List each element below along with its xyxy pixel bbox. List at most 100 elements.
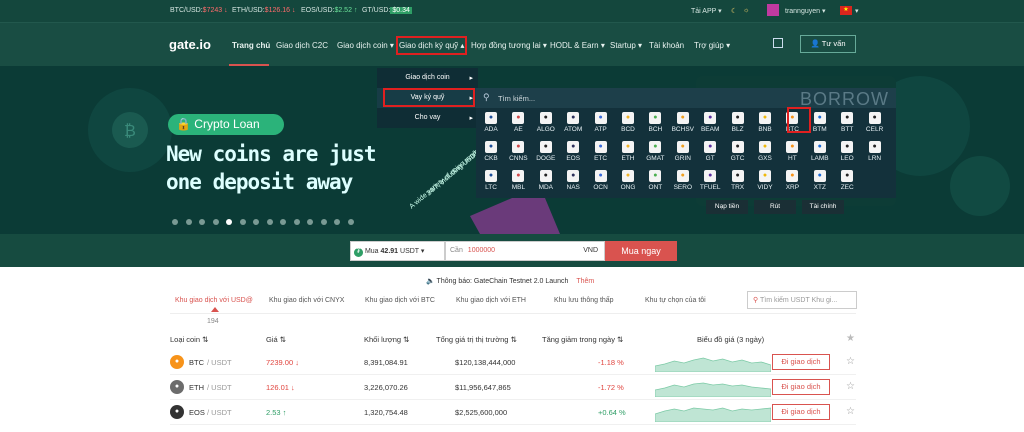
coin-lrn[interactable]: ● LRN [862,141,888,162]
coin-bcd[interactable]: ● BCD [615,112,641,133]
spend-amount-field[interactable]: Cần 1000000 VND [445,241,605,261]
coin-xrp[interactable]: ● XRP [779,170,805,191]
coin-gtc[interactable]: ● GTC [725,141,751,162]
carousel-dot[interactable] [253,219,259,225]
coin-algo[interactable]: ● ALGO [533,112,559,133]
carousel-dot[interactable] [239,219,246,225]
carousel-dot[interactable] [347,219,354,225]
withdraw-button[interactable]: Rút [754,200,796,214]
coin-beam[interactable]: ● BEAM [697,112,723,133]
tab-eth[interactable]: Khu giao dịch với ETH [456,297,526,304]
row-coin-symbol[interactable]: EOS [189,408,205,417]
coin-ocn[interactable]: ● OCN [588,170,614,191]
carousel-dot[interactable] [307,219,313,225]
coin-eth[interactable]: ● ETH [615,141,641,162]
coin-ht[interactable]: ● HT [779,141,805,162]
coin-mda[interactable]: ● MDA [533,170,559,191]
coin-vidy[interactable]: ● VIDY [752,170,778,191]
nav-home[interactable]: Trang chủ [232,41,270,50]
gateio-logo[interactable]: gate.io [169,37,211,52]
star-icon[interactable]: ☆ [846,356,855,367]
header-price[interactable]: Giá ⇅ [266,335,286,344]
eos-ticker[interactable]: EOS/USD:$2.52 ↑ [301,7,357,14]
carousel-dot[interactable] [320,219,327,225]
carousel-dot[interactable] [185,219,192,225]
nav-spot-trading[interactable]: Giao dịch coin ▾ [337,41,394,50]
header-coin[interactable]: Loại coin ⇅ [170,335,208,344]
tab-low-liquidity[interactable]: Khu lưu thông thấp [554,297,614,304]
consult-button[interactable]: 👤 Tư vấn [800,35,856,53]
carousel-dot[interactable] [199,219,205,225]
nav-startup[interactable]: Startup ▾ [610,41,642,50]
gt-ticker[interactable]: GT/USD: $0.34 [362,7,412,14]
header-market-cap[interactable]: Tổng giá trị thị trường ⇅ [436,335,517,344]
coin-btt[interactable]: ● BTT [834,112,860,133]
coin-blz[interactable]: ● BLZ [725,112,751,133]
tab-cnyx[interactable]: Khu giao dịch với CNYX [269,297,344,304]
coin-lamb[interactable]: ● LAMB [807,141,833,162]
carousel-dot[interactable] [293,219,300,225]
buy-amount-field[interactable]: ₮ Mua 42.91 USDT ▾ [350,241,445,261]
row-coin-symbol[interactable]: BTC [189,358,204,367]
coin-gxs[interactable]: ● GXS [752,141,778,162]
carousel-dot[interactable] [334,219,340,225]
tab-btc[interactable]: Khu giao dịch với BTC [365,297,435,304]
coin-zec[interactable]: ● ZEC [834,170,860,191]
buy-now-button[interactable]: Mua ngay [605,241,677,261]
sun-icon[interactable]: ☼ [743,7,749,14]
coin-grin[interactable]: ● GRIN [670,141,696,162]
coin-bchsv[interactable]: ● BCHSV [670,112,696,133]
coin-atom[interactable]: ● ATOM [560,112,586,133]
nav-c2c[interactable]: Giao dịch C2C [276,41,328,50]
carousel-dot[interactable] [280,219,286,225]
trade-button[interactable]: Đi giao dịch [772,354,830,370]
tab-usdt[interactable]: Khu giao dịch với USD@ [175,297,253,304]
calendar-icon[interactable] [773,38,783,48]
tab-my-favorites[interactable]: Khu tự chọn của tôi [645,297,706,304]
coin-eos[interactable]: ● EOS [560,141,586,162]
finance-button[interactable]: Tài chính [802,200,844,214]
coin-leo[interactable]: ● LEO [834,141,860,162]
row-coin-symbol[interactable]: ETH [189,383,204,392]
nav-hodl-earn[interactable]: HODL & Earn ▾ [550,41,605,50]
coin-trx[interactable]: ● TRX [725,170,751,191]
avatar[interactable] [767,4,779,16]
trade-button[interactable]: Đi giao dịch [772,404,830,420]
header-daily-change[interactable]: Tăng giảm trong ngày ⇅ [542,335,623,344]
notice-link[interactable]: GateChain Testnet 2.0 Launch [474,278,568,285]
coin-celr[interactable]: ● CELR [862,112,888,133]
coin-gmat[interactable]: ● GMAT [642,141,668,162]
coin-search-input[interactable]: Tìm kiếm... [498,94,535,103]
download-app-link[interactable]: Tải APP ▾ [691,7,722,15]
chevron-down-icon[interactable]: ▾ [855,7,859,15]
coin-ckb[interactable]: ● CKB [478,141,504,162]
notice-more-link[interactable]: Thêm [576,278,594,285]
coin-etc[interactable]: ● ETC [588,141,614,162]
vietnam-flag-icon[interactable]: ★ [840,6,852,15]
coin-ltc[interactable]: ● LTC [478,170,504,191]
nav-futures[interactable]: Hợp đồng tương lai ▾ [471,41,547,50]
carousel-dot[interactable] [212,219,219,225]
carousel-dot[interactable] [226,219,232,225]
coin-tfuel[interactable]: ● TFUEL [697,170,723,191]
coin-ada[interactable]: ● ADA [478,112,504,133]
coin-bch[interactable]: ● BCH [642,112,668,133]
star-icon[interactable]: ★ [846,333,855,344]
coin-ont[interactable]: ● ONT [642,170,668,191]
star-icon[interactable]: ☆ [846,381,855,392]
market-search-input[interactable]: ⚲ Tìm kiếm USDT Khu gi... [747,291,857,309]
nav-account[interactable]: Tài khoản [649,41,684,50]
coin-sero[interactable]: ● SERO [670,170,696,191]
coin-atp[interactable]: ● ATP [588,112,614,133]
menu-item-lend[interactable]: Cho vay ▸ [377,108,478,128]
btc-ticker[interactable]: BTC/USD:$7243 ↓ [170,7,228,14]
eth-ticker[interactable]: ETH/USD:$126.16 ↓ [232,7,295,14]
coin-ae[interactable]: ● AE [505,112,531,133]
deposit-button[interactable]: Nạp tiền [706,200,748,214]
coin-doge[interactable]: ● DOGE [533,141,559,162]
coin-nas[interactable]: ● NAS [560,170,586,191]
user-menu[interactable]: trannguyen ▾ [785,7,826,15]
menu-item-spot[interactable]: Giao dịch coin ▸ [377,68,478,88]
coin-gt[interactable]: ● GT [697,141,723,162]
coin-cnns[interactable]: ● CNNS [505,141,531,162]
